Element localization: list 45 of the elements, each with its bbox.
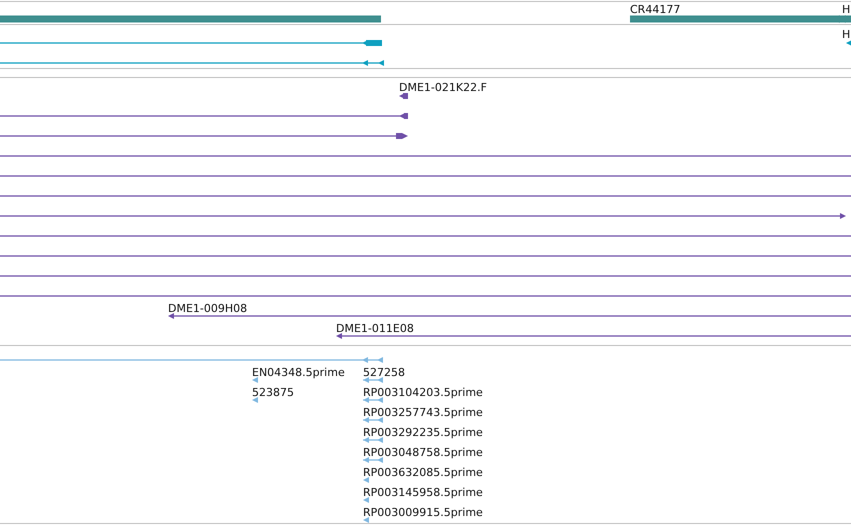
clone-line[interactable] xyxy=(0,113,408,119)
feature-label: RP003632085.5prime xyxy=(363,466,483,479)
clone-line[interactable] xyxy=(0,275,851,277)
clone-line[interactable] xyxy=(0,175,851,177)
clone-line[interactable] xyxy=(336,333,851,339)
transcript-line[interactable] xyxy=(0,40,382,46)
clone-line[interactable] xyxy=(399,93,408,99)
feature-label: DME1-009H08 xyxy=(168,302,248,315)
read-line[interactable] xyxy=(252,397,258,403)
transcript-line[interactable] xyxy=(0,60,384,66)
clone-line[interactable] xyxy=(0,133,408,139)
read-line[interactable] xyxy=(0,357,383,363)
clone-line[interactable] xyxy=(168,313,851,319)
clone-line[interactable] xyxy=(0,195,851,197)
gene-bar[interactable] xyxy=(845,15,851,23)
feature-label: RP003257743.5prime xyxy=(363,406,483,419)
feature-label: RP003104203.5prime xyxy=(363,386,483,399)
read-line[interactable] xyxy=(252,377,258,383)
transcript-line[interactable] xyxy=(846,40,851,46)
clone-line[interactable] xyxy=(0,255,851,257)
feature-label: RP003292235.5prime xyxy=(363,426,483,439)
feature-label: H xyxy=(842,3,850,16)
read-line[interactable] xyxy=(363,477,369,483)
read-line[interactable] xyxy=(363,517,369,523)
read-line[interactable] xyxy=(363,377,383,383)
read-line[interactable] xyxy=(363,457,383,463)
feature-label: 523875 xyxy=(252,386,294,399)
feature-label: DME1-011E08 xyxy=(336,322,414,335)
feature-label: RP003048758.5prime xyxy=(363,446,483,459)
clone-line[interactable] xyxy=(0,295,851,297)
clone-line[interactable] xyxy=(0,235,851,237)
clone-line[interactable] xyxy=(0,213,846,219)
feature-label: RP003145958.5prime xyxy=(363,486,483,499)
feature-label: RP003009915.5prime xyxy=(363,506,483,519)
read-line[interactable] xyxy=(363,497,369,503)
read-line[interactable] xyxy=(363,397,383,403)
read-line[interactable] xyxy=(363,437,383,443)
feature-label: EN04348.5prime xyxy=(252,366,345,379)
feature-label: 527258 xyxy=(363,366,405,379)
feature-label: CR44177 xyxy=(630,3,680,16)
feature-label: H xyxy=(842,28,850,41)
read-line[interactable] xyxy=(363,417,383,423)
clone-line[interactable] xyxy=(0,155,851,157)
feature-label: DME1-021K22.F xyxy=(399,81,487,94)
gene-bar[interactable] xyxy=(630,15,845,23)
